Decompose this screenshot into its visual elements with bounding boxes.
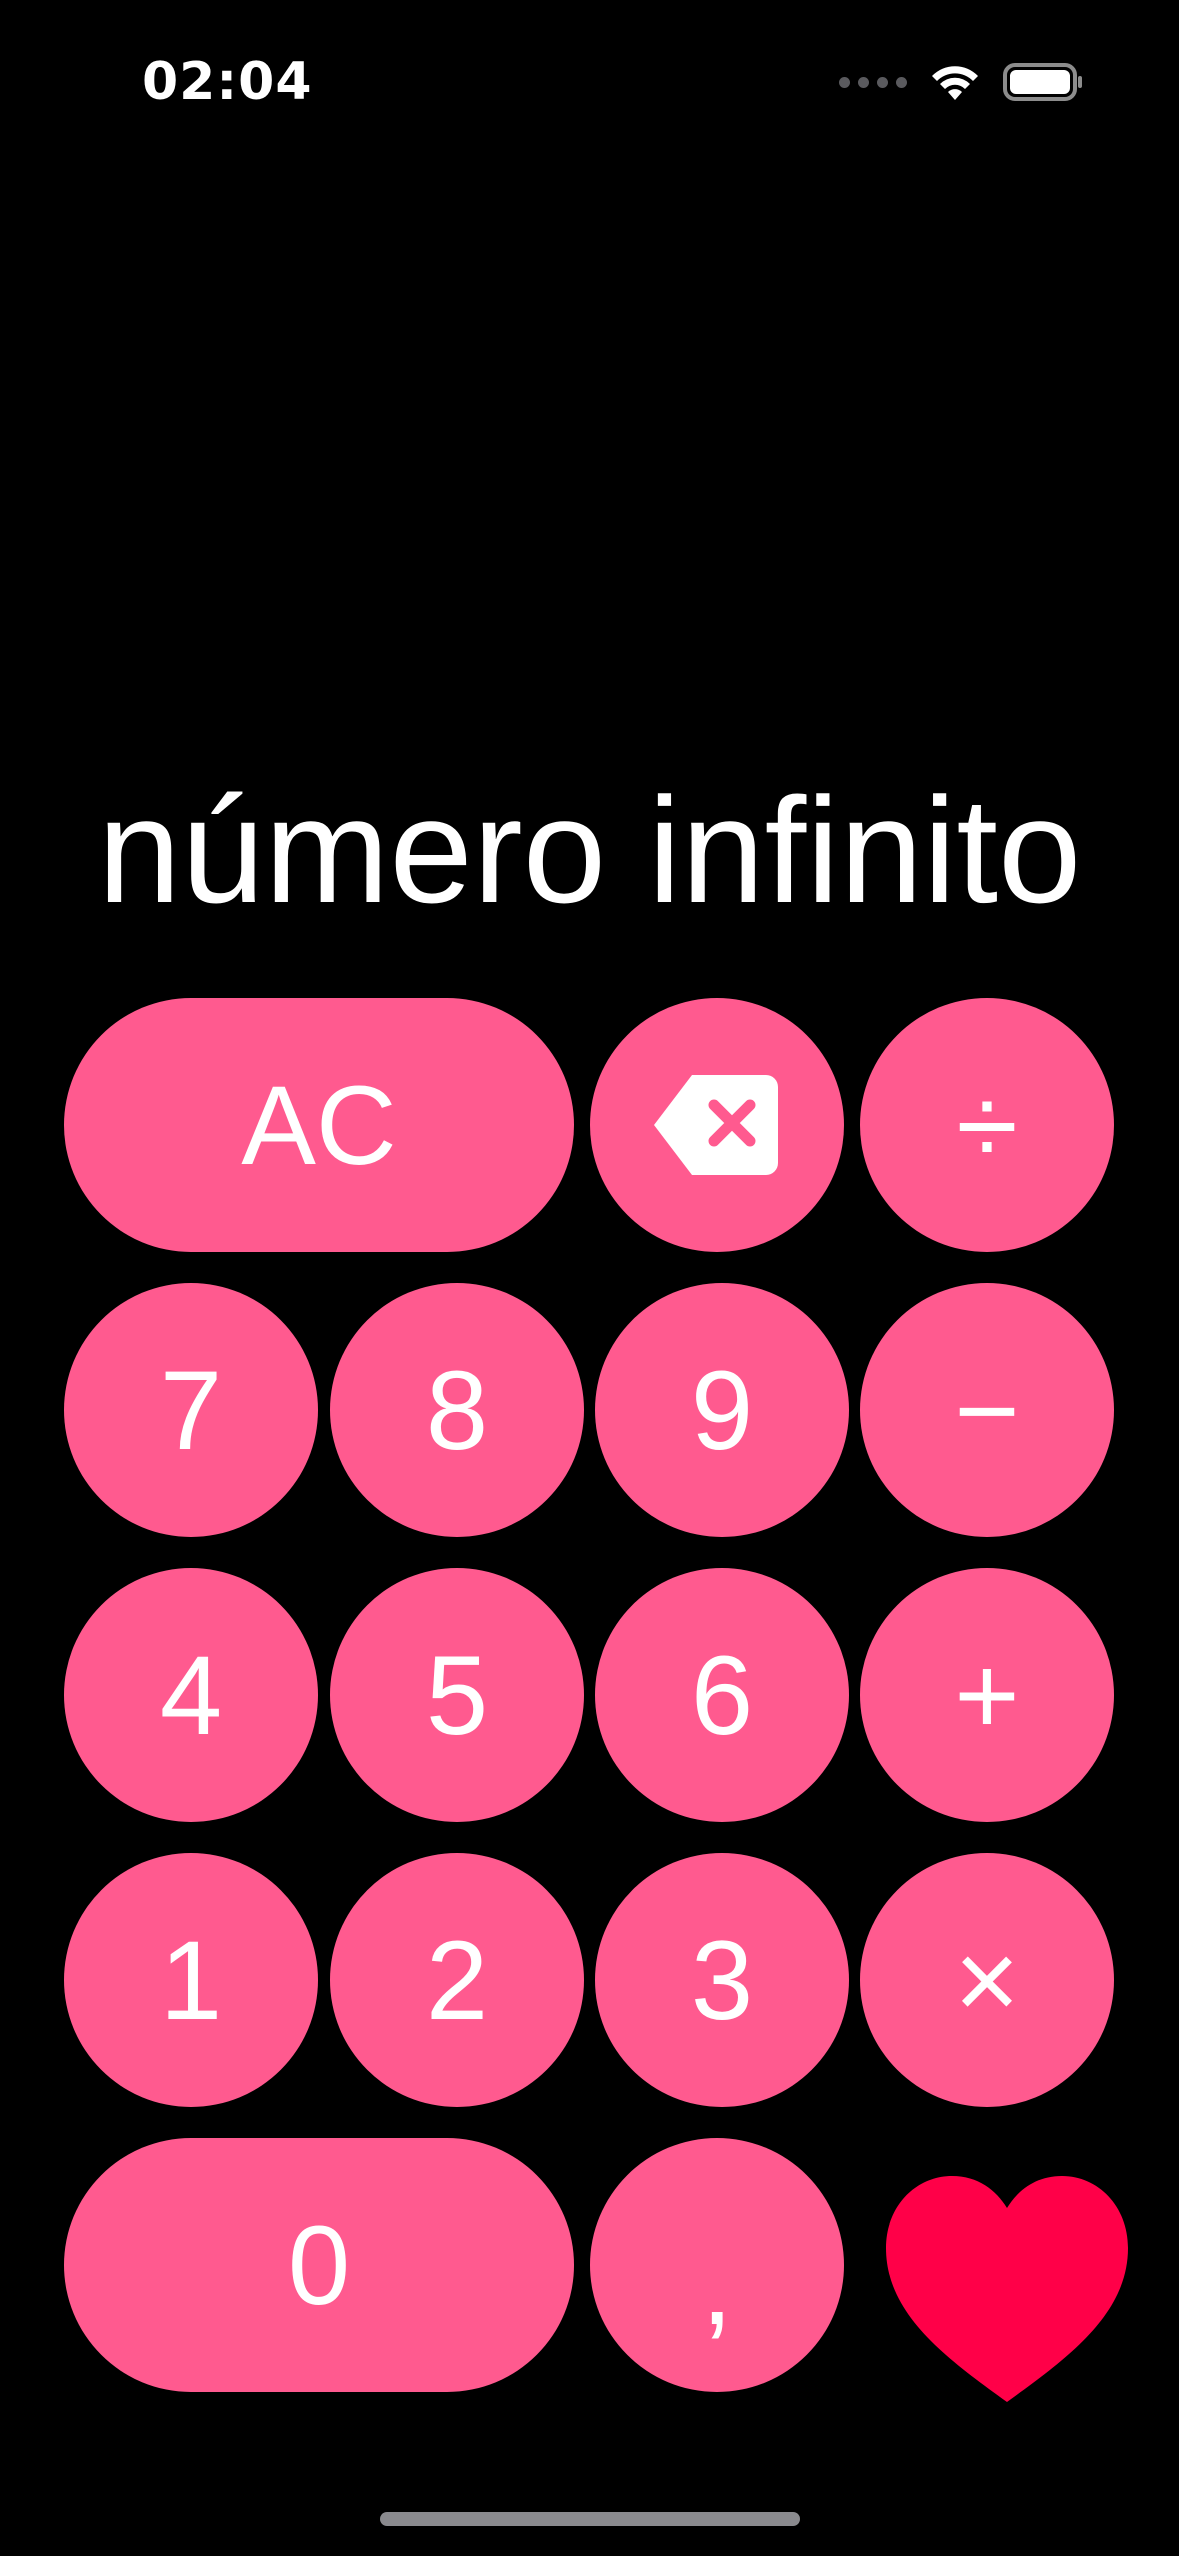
battery-icon [1003,63,1082,101]
signal-dots-icon [839,76,907,88]
digit-9-label: 9 [690,1347,754,1473]
multiply-button[interactable]: × [860,1853,1114,2107]
decimal-button-label: , [701,2222,733,2348]
divide-button-label: ÷ [956,1062,1018,1188]
digit-0-label: 0 [287,2202,351,2328]
digit-5-label: 5 [425,1632,489,1758]
digit-3-label: 3 [690,1917,754,2043]
plus-button-label: + [954,1632,1020,1758]
digit-8-label: 8 [425,1347,489,1473]
digit-1-label: 1 [159,1917,223,2043]
minus-button-label: − [954,1347,1020,1473]
clear-button[interactable]: AC [64,998,574,1252]
decimal-button[interactable]: , [590,2138,844,2392]
digit-6-button[interactable]: 6 [595,1568,849,1822]
digit-1-button[interactable]: 1 [64,1853,318,2107]
multiply-button-label: × [954,1917,1020,2043]
digit-9-button[interactable]: 9 [595,1283,849,1537]
digit-6-label: 6 [690,1632,754,1758]
status-icons [839,62,1083,102]
status-time: 02:04 [142,52,313,112]
heart-icon[interactable] [886,2176,1128,2402]
digit-2-label: 2 [425,1917,489,2043]
digit-4-label: 4 [159,1632,223,1758]
digit-0-button[interactable]: 0 [64,2138,574,2392]
calculator-display: número infinito [97,766,1082,934]
backspace-icon [654,1075,778,1175]
backspace-button[interactable] [590,998,844,1252]
digit-8-button[interactable]: 8 [330,1283,584,1537]
divide-button[interactable]: ÷ [860,998,1114,1252]
digit-7-label: 7 [159,1347,223,1473]
clear-button-label: AC [241,1062,397,1188]
digit-2-button[interactable]: 2 [330,1853,584,2107]
digit-3-button[interactable]: 3 [595,1853,849,2107]
status-bar: 02:04 [0,0,1179,150]
home-indicator[interactable] [380,2512,800,2526]
digit-5-button[interactable]: 5 [330,1568,584,1822]
plus-button[interactable]: + [860,1568,1114,1822]
digit-7-button[interactable]: 7 [64,1283,318,1537]
wifi-icon [932,66,978,100]
minus-button[interactable]: − [860,1283,1114,1537]
digit-4-button[interactable]: 4 [64,1568,318,1822]
